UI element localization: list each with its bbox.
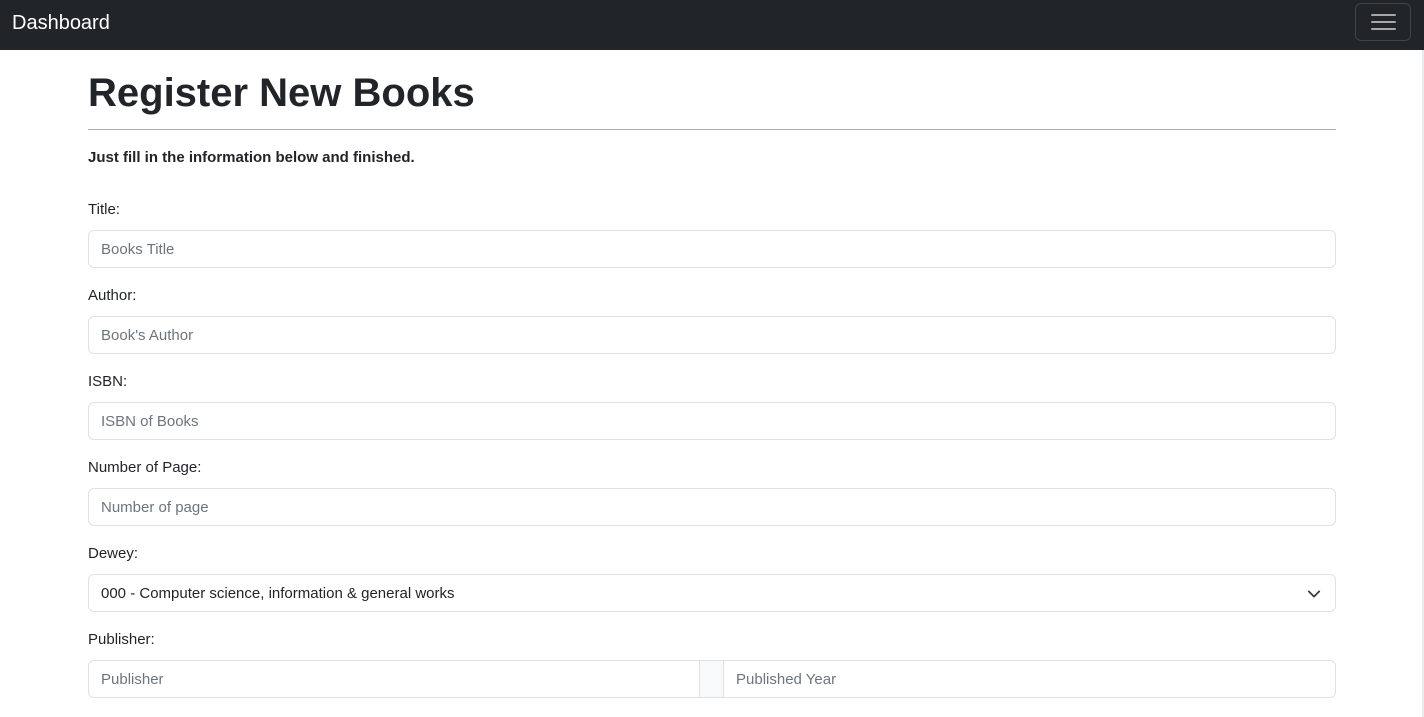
navbar-brand[interactable]: Dashboard	[12, 11, 110, 35]
page-title: Register New Books	[88, 71, 475, 115]
input-group-separator	[699, 660, 724, 698]
dewey-label: Dewey:	[88, 545, 139, 562]
publisher-label: Publisher:	[88, 631, 155, 648]
pages-input[interactable]	[88, 488, 1336, 526]
navbar-toggle-button[interactable]	[1355, 3, 1411, 41]
isbn-label: ISBN:	[88, 373, 128, 390]
title-label: Title:	[88, 201, 120, 218]
publisher-input-group	[88, 660, 1336, 698]
author-input[interactable]	[88, 316, 1336, 354]
published-year-input[interactable]	[723, 660, 1336, 698]
divider	[88, 129, 1336, 130]
title-input[interactable]	[88, 230, 1336, 268]
page-lead: Just fill in the information below and f…	[88, 149, 415, 166]
dewey-selected-value: 000 - Computer science, information & ge…	[101, 585, 455, 602]
chevron-down-icon	[1307, 587, 1321, 601]
top-navbar: Dashboard	[0, 0, 1424, 50]
publisher-input[interactable]	[88, 660, 700, 698]
author-label: Author:	[88, 287, 137, 304]
dewey-select[interactable]: 000 - Computer science, information & ge…	[88, 574, 1336, 612]
isbn-input[interactable]	[88, 402, 1336, 440]
pages-label: Number of Page:	[88, 459, 202, 476]
